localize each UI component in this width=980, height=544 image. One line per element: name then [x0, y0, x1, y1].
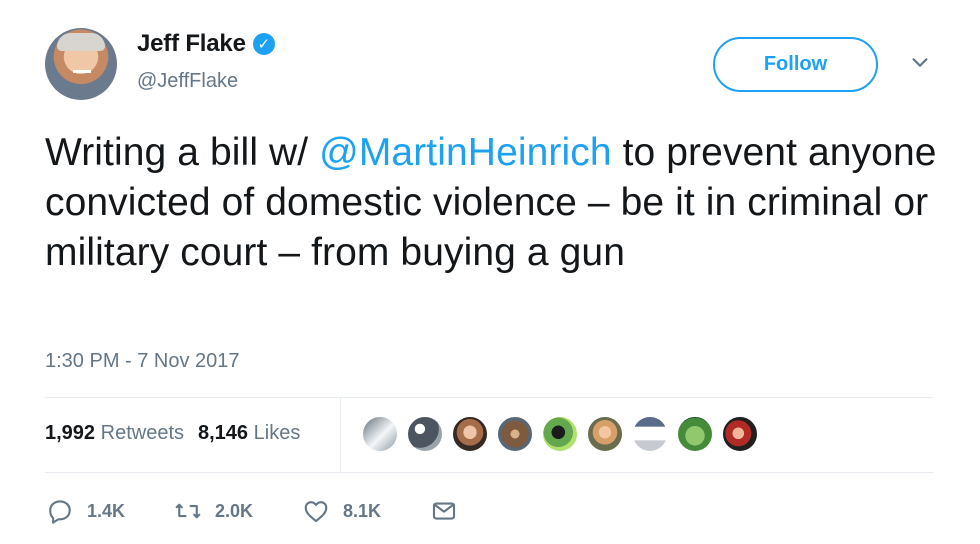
chevron-down-icon[interactable] [909, 51, 931, 73]
verified-badge-icon: ✓ [252, 33, 275, 55]
stats-divider [340, 397, 341, 472]
liker-avatar[interactable] [631, 415, 669, 453]
divider-top [45, 397, 933, 398]
display-name[interactable]: Jeff Flake [137, 30, 246, 58]
divider-bottom [45, 472, 933, 473]
like-count: 8.1K [343, 500, 382, 521]
retweets-label: Retweets [100, 422, 184, 444]
retweet-count: 2.0K [215, 500, 254, 521]
liker-avatar[interactable] [721, 415, 759, 453]
user-handle[interactable]: @JeffFlake [137, 70, 238, 93]
liker-avatar[interactable] [406, 415, 444, 453]
retweet-icon [175, 503, 201, 519]
liker-avatar[interactable] [451, 415, 489, 453]
retweet-button[interactable]: 2.0K [173, 494, 253, 528]
reply-count: 1.4K [87, 500, 126, 521]
tweet-text-before: Writing a bill w/ [45, 131, 320, 174]
reply-button[interactable]: 1.4K [45, 494, 125, 528]
tweet-timestamp[interactable]: 1:30 PM - 7 Nov 2017 [45, 350, 240, 373]
tweet-stats: 1,992 Retweets 8,146 Likes [45, 422, 300, 445]
reply-icon [49, 500, 71, 524]
liker-avatar[interactable] [541, 415, 579, 453]
profile-avatar[interactable] [45, 28, 117, 100]
liker-avatar[interactable] [496, 415, 534, 453]
liker-avatar[interactable] [586, 415, 624, 453]
name-row: Jeff Flake ✓ [137, 30, 275, 58]
direct-message-icon [432, 502, 456, 520]
likers-avatar-list [361, 415, 759, 453]
follow-button[interactable]: Follow [713, 37, 878, 92]
likes-stat[interactable]: 8,146 Likes [198, 422, 300, 444]
retweets-stat[interactable]: 1,992 Retweets [45, 422, 184, 444]
heart-icon [304, 501, 328, 523]
direct-message-button[interactable] [429, 494, 459, 528]
liker-avatar[interactable] [676, 415, 714, 453]
liker-avatar[interactable] [361, 415, 399, 453]
likes-count: 8,146 [198, 422, 249, 444]
mention-link[interactable]: @MartinHeinrich [319, 131, 612, 174]
likes-label: Likes [253, 422, 301, 444]
retweets-count: 1,992 [45, 422, 96, 444]
tweet-text: Writing a bill w/ @MartinHeinrich to pre… [45, 128, 945, 278]
like-button[interactable]: 8.1K [301, 494, 381, 528]
